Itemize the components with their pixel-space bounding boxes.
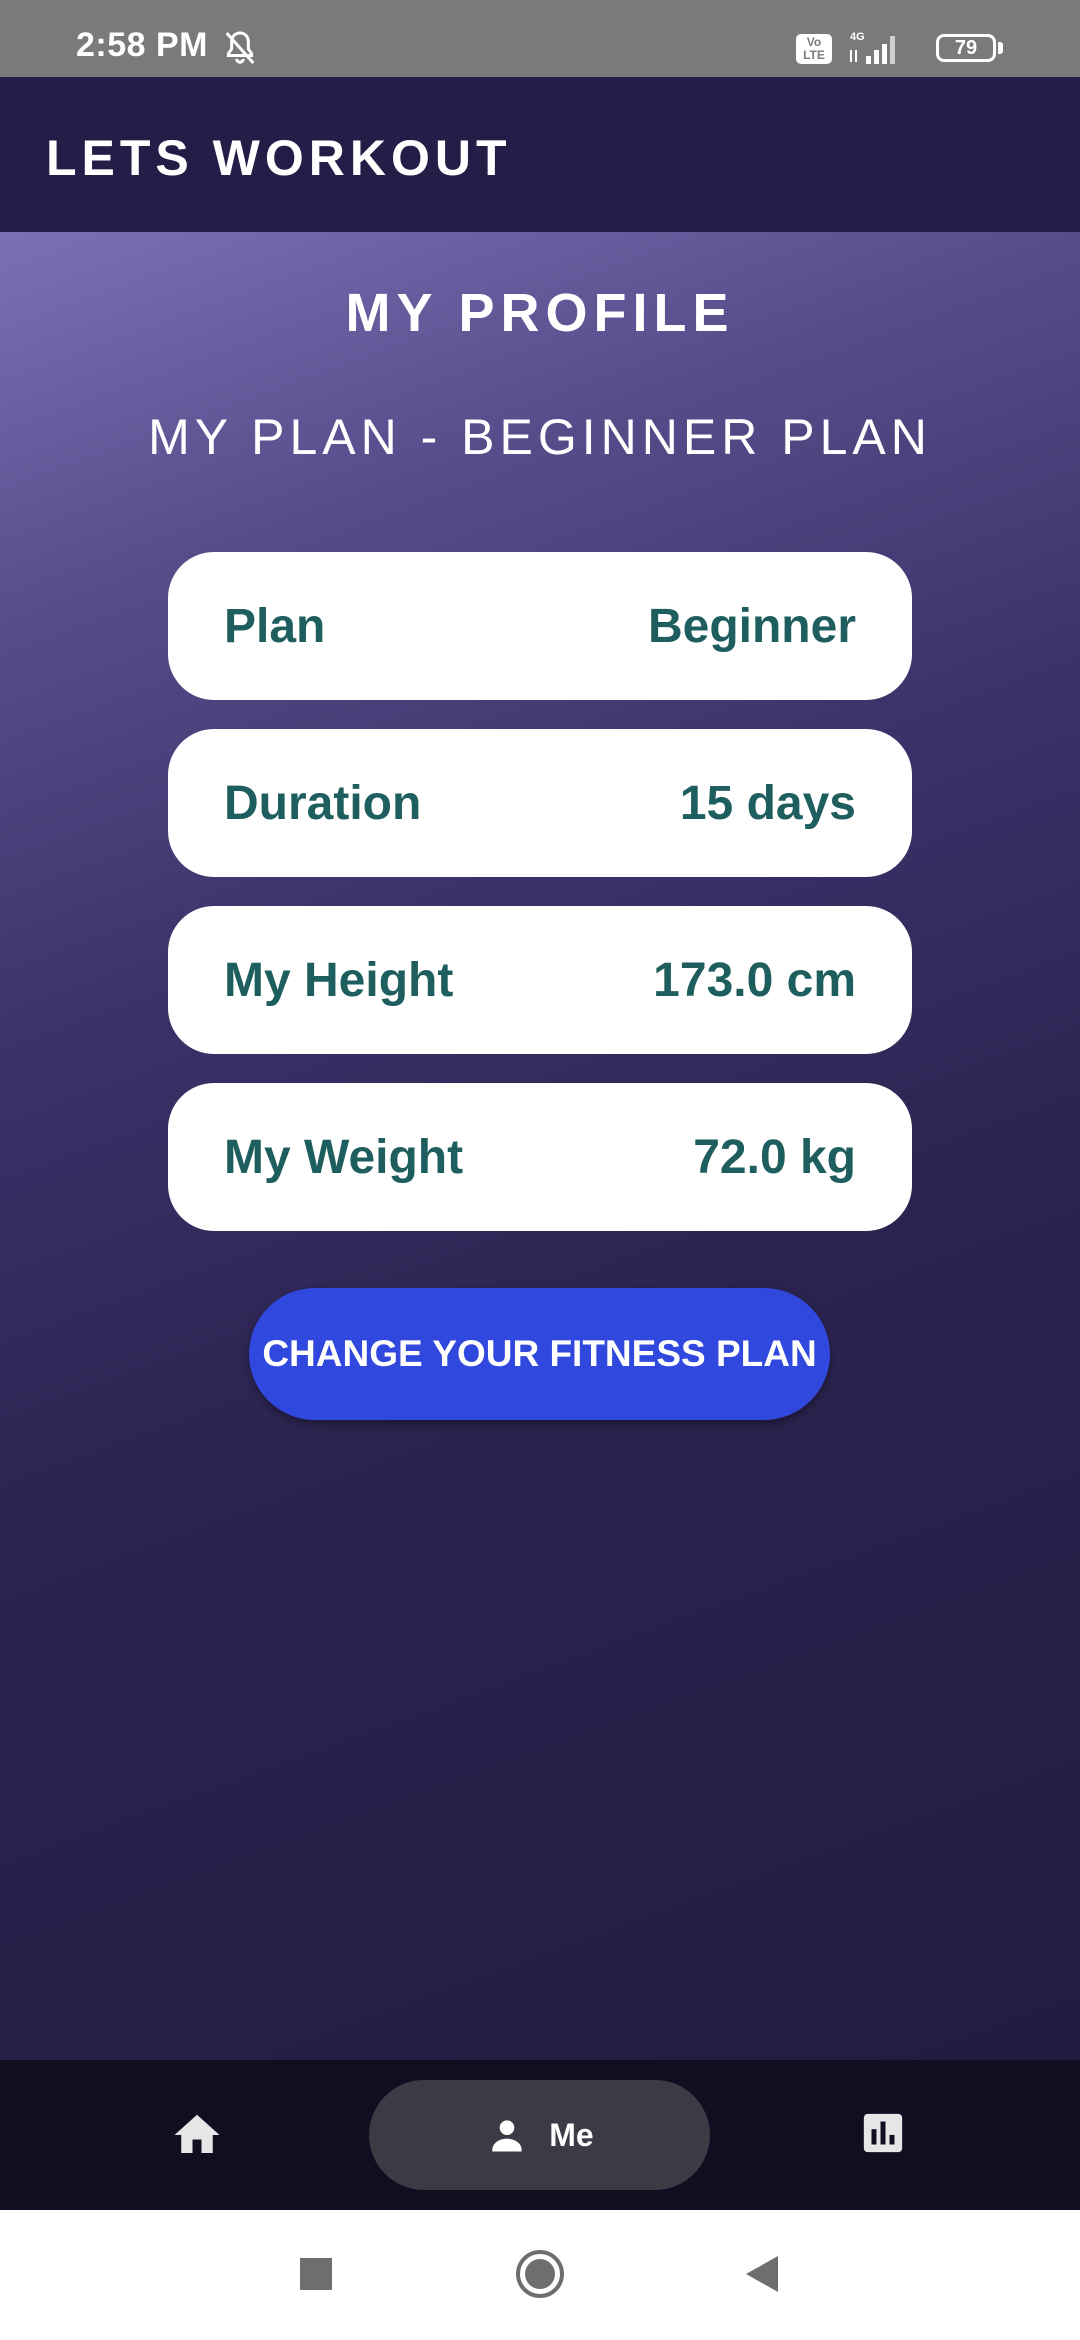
system-nav-bar [0, 2210, 1080, 2340]
screen: 2:58 PM Vo LTE 4G 79 LETS WORKOUT MY PRO… [0, 0, 1080, 2340]
battery-icon: 79 [936, 34, 996, 62]
plan-label: Plan [224, 599, 326, 653]
nav-item-me[interactable]: Me [369, 2080, 710, 2190]
battery-tip [998, 42, 1003, 54]
bottom-nav: Me [0, 2060, 1080, 2210]
nav-item-me-label: Me [549, 2116, 594, 2153]
app-bar: LETS WORKOUT [0, 77, 1080, 232]
back-triangle-icon[interactable] [742, 2252, 782, 2296]
app-title: LETS WORKOUT [46, 130, 512, 186]
weight-label: My Weight [224, 1130, 464, 1184]
height-card: My Height 173.0 cm [168, 906, 912, 1054]
home-icon[interactable] [170, 2108, 224, 2162]
duration-label: Duration [224, 776, 422, 830]
plan-value: Beginner [647, 599, 856, 653]
change-plan-button[interactable]: CHANGE YOUR FITNESS PLAN [249, 1288, 830, 1420]
person-icon [492, 2120, 522, 2152]
status-icons: Vo LTE 4G 79 [780, 0, 1080, 77]
duration-card: Duration 15 days [168, 729, 912, 877]
height-label: My Height [224, 953, 454, 1007]
page-title: MY PROFILE [345, 283, 735, 343]
height-value: 173.0 cm [653, 953, 856, 1007]
bar-chart-icon[interactable] [860, 2110, 906, 2156]
status-time: 2:58 PM [76, 26, 208, 64]
status-bar: 2:58 PM Vo LTE 4G 79 [0, 0, 1080, 77]
weight-card: My Weight 72.0 kg [168, 1083, 912, 1231]
profile-content: MY PROFILE MY PLAN - BEGINNER PLAN Plan … [0, 232, 1080, 2060]
weight-value: 72.0 kg [693, 1130, 856, 1184]
volte-icon: Vo LTE [796, 34, 832, 64]
recents-square-icon[interactable] [300, 2258, 332, 2290]
plan-card: Plan Beginner [168, 552, 912, 700]
signal-icon: 4G [850, 31, 895, 64]
network-type-label: 4G [850, 31, 865, 43]
bell-off-icon [225, 31, 255, 64]
plan-subtitle: MY PLAN - BEGINNER PLAN [148, 409, 932, 465]
duration-value: 15 days [679, 776, 856, 830]
home-circle-icon[interactable] [514, 2248, 566, 2300]
battery-level: 79 [954, 37, 978, 59]
